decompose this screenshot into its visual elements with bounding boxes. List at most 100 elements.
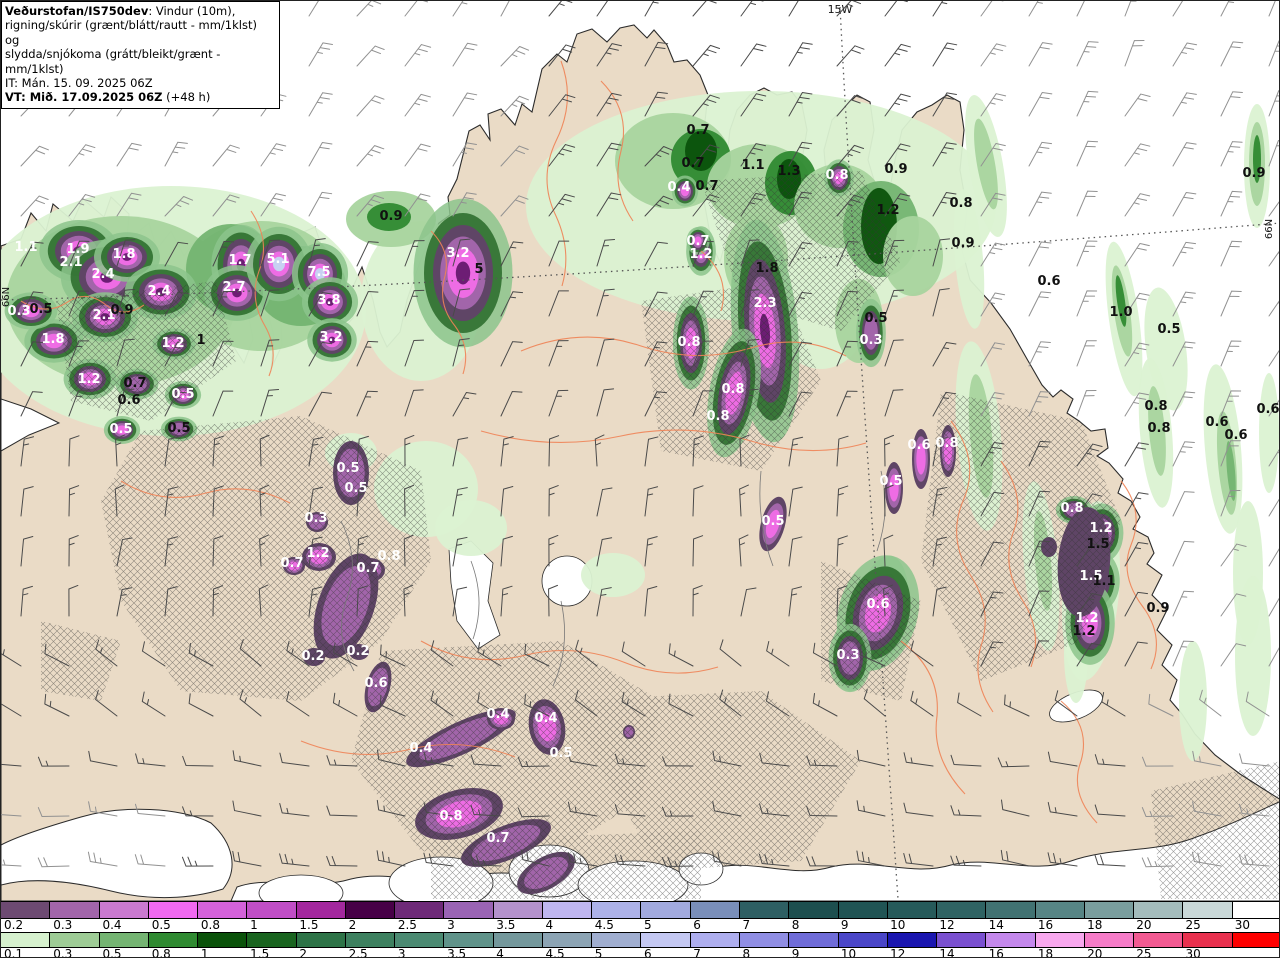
precip-max-label: 0.8 bbox=[706, 409, 729, 424]
colorbar-tick-label: 0.4 bbox=[102, 918, 122, 932]
precip-max-label: 0.9 bbox=[379, 209, 402, 224]
precip-max-label: 2.4 bbox=[91, 267, 114, 282]
precip-max-label: 1.8 bbox=[755, 261, 778, 276]
precip-max-label: 1 bbox=[196, 333, 205, 348]
colorbar-tick-label: 8 bbox=[742, 947, 751, 958]
colorbar-tick-label: 12 bbox=[939, 918, 955, 932]
colorbar-tick-label: 1 bbox=[250, 918, 258, 932]
colorbar-segment bbox=[1183, 933, 1233, 947]
weather-map: 15W66N66N1.1 1.9 1.82.42.42.12.10.91.80.30… bbox=[1, 1, 1279, 901]
colorbar-segment bbox=[1, 933, 51, 947]
precip-max-label: 0.6 bbox=[866, 597, 889, 612]
colorbar-tick-label: 0.8 bbox=[200, 918, 221, 932]
colorbar-tick-label: 3 bbox=[397, 947, 406, 958]
precip-max-label: 1.2 bbox=[306, 546, 329, 561]
precip-max-label: 0.2 bbox=[301, 649, 324, 664]
colorbar-segment bbox=[148, 902, 199, 918]
colorbar-tick-label: 0.8 bbox=[151, 947, 171, 958]
colorbar-segment bbox=[50, 902, 100, 918]
precip-max-label: 0.6 bbox=[1256, 402, 1279, 417]
colorbar-segment bbox=[641, 902, 691, 918]
precip-max-label: 1.2 bbox=[876, 203, 899, 218]
colorbar-segment bbox=[1232, 902, 1279, 918]
colorbar-tick-label: 14 bbox=[988, 918, 1004, 932]
colorbar-segment bbox=[986, 902, 1036, 918]
colorbar-segment bbox=[986, 933, 1036, 947]
colorbar-tick-label: 10 bbox=[890, 918, 906, 932]
colorbar-tick-label: 2.5 bbox=[397, 918, 417, 932]
colorbar-legends: 0.2 0.3 0.4 0.5 0.8 1 1.5 2 2.5 3 3.5 4 4.5 5 6 7 8 9 10 12… bbox=[1, 901, 1279, 958]
colorbar-segment bbox=[99, 902, 149, 918]
precip-max-label: 0.3 bbox=[304, 511, 327, 526]
sleet-colorbar bbox=[1, 902, 1279, 919]
precip-max-label: 0.8 bbox=[721, 382, 744, 397]
colorbar-segment bbox=[641, 933, 691, 947]
init-time: IT: Mán. 15. 09. 2025 06Z bbox=[5, 75, 153, 90]
precip-max-label: 5 bbox=[474, 262, 483, 277]
colorbar-segment bbox=[345, 933, 396, 947]
colorbar-tick-label: 5 bbox=[594, 947, 603, 958]
precip-max-label: 1.0 bbox=[1109, 305, 1132, 320]
colorbar-segment bbox=[1035, 902, 1085, 918]
colorbar-segment bbox=[1183, 902, 1233, 918]
title-line-1: Veðurstofan/IS750dev: Vindur (10m), bbox=[5, 4, 236, 18]
colorbar-tick-label: 0.3 bbox=[53, 947, 73, 958]
colorbar-tick-label: 7 bbox=[742, 918, 751, 932]
precip-max-label: 1.8 bbox=[41, 332, 64, 347]
colorbar-tick-label: 20 bbox=[1087, 947, 1103, 958]
precip-max-label: 1.1 bbox=[1092, 574, 1115, 589]
colorbar-tick-label: 4.5 bbox=[545, 947, 565, 958]
colorbar-segment bbox=[1, 902, 51, 918]
colorbar-tick-label: 8 bbox=[791, 918, 800, 932]
precip-max-label: 0.4 bbox=[534, 711, 557, 726]
precip-max-label: 0.8 bbox=[825, 168, 848, 183]
sleet-colorbar-labels: 0.2 0.3 0.4 0.5 0.8 1 1.5 2 2.5 3 3.5 4 4.5 5 6 7 8 9 10 12… bbox=[1, 918, 1279, 932]
colorbar-tick-label: 9 bbox=[840, 918, 849, 932]
forecast-title-box: Veðurstofan/IS750dev: Vindur (10m), rign… bbox=[1, 1, 280, 109]
colorbar-segment bbox=[50, 933, 100, 947]
colorbar-tick-label: 30 bbox=[1234, 918, 1251, 932]
colorbar-segment bbox=[1035, 933, 1085, 947]
precip-max-label: 0.5 bbox=[171, 387, 194, 402]
colorbar-tick-label: 1 bbox=[200, 947, 209, 958]
precip-max-label: 0.7 bbox=[123, 376, 146, 391]
colorbar-segment bbox=[296, 933, 346, 947]
colorbar-tick-label: 4.5 bbox=[594, 918, 614, 932]
colorbar-tick-label: 3.5 bbox=[447, 947, 467, 958]
precip-max-label: 0.9 bbox=[110, 303, 133, 318]
precip-max-label: 0.7 bbox=[686, 234, 709, 249]
precip-max-label: 2.3 bbox=[753, 296, 776, 311]
colorbar-segment bbox=[1134, 902, 1184, 918]
colorbar-tick-label: 10 bbox=[840, 947, 857, 958]
precip-max-label: 0.5 bbox=[879, 474, 902, 489]
precip-max-label: 2.1 bbox=[59, 255, 82, 270]
precip-max-label: 2.7 bbox=[222, 280, 245, 295]
precip-max-label: 1.2 bbox=[161, 336, 184, 351]
rain-colorbar-labels: 0.1 0.3 0.5 0.8 1 1.5 2 2.5 3 3.5 4 4.5 5 6 7 8 9 10 12 14 1… bbox=[1, 947, 1279, 958]
precip-max-label: 0.5 bbox=[864, 311, 887, 326]
colorbar-segment bbox=[444, 902, 494, 918]
colorbar-segment bbox=[887, 933, 938, 947]
precip-max-label: 0.8 bbox=[1144, 399, 1167, 414]
precip-max-label: 0.7 bbox=[280, 556, 303, 571]
precip-max-label: 0.7 bbox=[695, 179, 718, 194]
colorbar-segment bbox=[739, 933, 790, 947]
precip-max-label: 0.6 bbox=[117, 393, 140, 408]
colorbar-segment bbox=[739, 902, 790, 918]
colorbar-tick-label: 20 bbox=[1136, 918, 1152, 932]
precip-max-label: 0.7 bbox=[681, 156, 704, 171]
precip-max-label: 0.9 bbox=[1146, 601, 1169, 616]
colorbar-tick-label: 6 bbox=[693, 918, 701, 932]
precip-max-label: 0.5 bbox=[336, 461, 359, 476]
colorbar-segment bbox=[542, 933, 593, 947]
colorbar-segment bbox=[838, 933, 888, 947]
colorbar-segment bbox=[148, 933, 199, 947]
model-name: Veðurstofan/IS750dev bbox=[5, 4, 149, 18]
colorbar-segment bbox=[1134, 933, 1184, 947]
colorbar-tick-label: 16 bbox=[1037, 918, 1054, 932]
title-line-2: rigning/skúrir (grænt/blátt/rautt - mm/1… bbox=[5, 18, 257, 47]
precip-max-label: 0.6 bbox=[1224, 428, 1247, 443]
precip-max-label: 0.5 bbox=[29, 302, 52, 317]
colorbar-segment bbox=[99, 933, 149, 947]
precip-max-label: 0.8 bbox=[439, 809, 462, 824]
